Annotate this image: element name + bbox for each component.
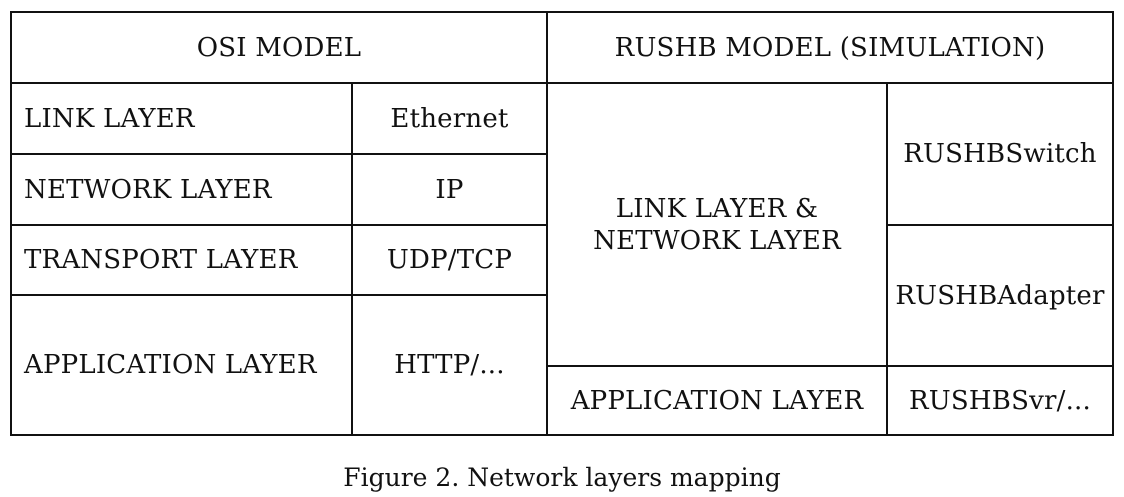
osi-network-protocol: IP: [435, 174, 464, 205]
osi-application-protocol: HTTP/...: [394, 350, 505, 380]
rushb-link-network-line-2: NETWORK LAYER: [593, 225, 841, 256]
rushb-link-network-line-1: LINK LAYER &: [615, 193, 819, 224]
osi-link-protocol: Ethernet: [390, 103, 509, 134]
osi-link-layer: LINK LAYER: [24, 103, 195, 134]
rushb-model-header: RUSHB MODEL (SIMULATION): [614, 32, 1046, 63]
rushb-link-network-layer: LINK LAYER & NETWORK LAYER: [548, 84, 886, 365]
osi-network-layer: NETWORK LAYER: [24, 174, 272, 205]
rushb-server: RUSHBSvr/...: [909, 385, 1091, 416]
osi-transport-protocol: UDP/TCP: [386, 245, 513, 275]
osi-application-layer: APPLICATION LAYER: [24, 350, 317, 380]
osi-transport-layer: TRANSPORT LAYER: [24, 245, 298, 275]
rushb-switch: RUSHBSwitch: [903, 139, 1097, 169]
rushb-application-layer: APPLICATION LAYER: [570, 385, 864, 416]
figure-caption: Figure 2. Network layers mapping: [343, 463, 781, 492]
osi-model-header: OSI MODEL: [196, 32, 362, 63]
layer-mapping-diagram: OSI MODEL RUSHB MODEL (SIMULATION) LINK …: [10, 11, 1114, 436]
rushb-adapter: RUSHBAdapter: [895, 280, 1105, 311]
